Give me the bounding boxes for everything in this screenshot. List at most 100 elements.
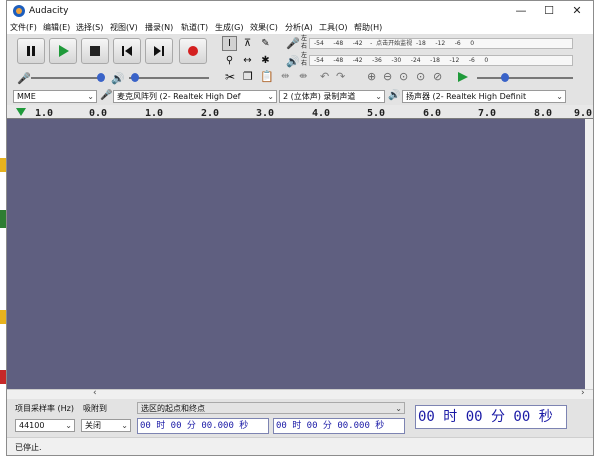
record-meter-tick: -42 (352, 40, 363, 47)
menu-generate[interactable]: 生成(G) (215, 22, 243, 33)
horizontal-scrollbar[interactable]: ‹ › (7, 388, 593, 399)
play-speed-slider[interactable] (477, 77, 573, 79)
vertical-scrollbar[interactable] (585, 119, 593, 389)
microphone-icon: 🎤 (286, 37, 300, 50)
play-meter-tick: -24 (410, 57, 421, 64)
play-meter-tick: -48 (333, 57, 344, 64)
timeline-ruler[interactable]: 1.0 0.0 1.0 2.0 3.0 4.0 5.0 6.0 7.0 8.0 … (7, 105, 593, 119)
skip-start-icon (122, 46, 132, 56)
snap-to-select[interactable]: 关闭 ⌄ (81, 419, 131, 432)
ruler-tick: 7.0 (478, 108, 497, 119)
audio-position-time[interactable]: 00 时 00 分 00 秒 (415, 405, 567, 429)
menu-bar: 文件(F) 编辑(E) 选择(S) 视图(V) 播录(N) 轨道(T) 生成(G… (7, 21, 593, 35)
pencil-icon: ✎ (261, 38, 270, 49)
chevron-down-icon: ⌄ (375, 92, 382, 101)
menu-transport[interactable]: 播录(N) (145, 22, 173, 33)
cut-icon[interactable]: ✂ (225, 70, 235, 84)
menu-effect[interactable]: 效果(C) (250, 22, 278, 33)
undo-icon[interactable]: ↶ (320, 70, 329, 83)
audacity-logo-icon (13, 5, 25, 17)
ruler-tick: 3.0 (256, 108, 275, 119)
copy-icon[interactable]: ❐ (243, 70, 253, 83)
playback-meter[interactable]: -54 -48 -42 -36 -30 -24 -18 -12 -6 0 (309, 55, 573, 66)
play-meter-tick: -54 (314, 57, 324, 64)
menu-tools[interactable]: 工具(O) (319, 22, 348, 33)
recording-channels-select[interactable]: 2 (立体声) 录制声道 ⌄ (279, 90, 385, 103)
recording-device-select[interactable]: 麦克风阵列 (2- Realtek High Def ⌄ (113, 90, 277, 103)
asterisk-icon: ✱ (261, 55, 270, 66)
record-meter-right-label: 右 (301, 43, 308, 50)
menu-select[interactable]: 选择(S) (76, 22, 103, 33)
skip-to-end-button[interactable] (145, 38, 173, 64)
title-bar[interactable]: Audacity — ☐ ✕ (7, 1, 593, 21)
menu-file[interactable]: 文件(F) (10, 22, 37, 33)
output-volume-slider[interactable] (129, 77, 209, 79)
selection-tool[interactable]: I (222, 36, 237, 51)
paste-icon[interactable]: 📋 (260, 70, 274, 83)
record-meter-tick: 0 (470, 40, 475, 47)
record-button[interactable] (179, 38, 207, 64)
record-meter-tick: - (370, 40, 373, 47)
record-meter[interactable]: -54 -48 -42 - 点击开始监视 -18 -12 -6 0 (309, 38, 573, 49)
fit-project-icon[interactable]: ⊙ (416, 70, 425, 83)
selection-end-time[interactable]: 00 时 00 分 00.000 秒 (273, 418, 405, 434)
chevron-down-icon: ⌄ (267, 92, 274, 101)
time-shift-tool[interactable]: ↔ (240, 53, 255, 68)
stop-button[interactable] (81, 38, 109, 64)
selection-start-time[interactable]: 00 时 00 分 00.000 秒 (137, 418, 269, 434)
menu-edit[interactable]: 编辑(E) (43, 22, 70, 33)
chevron-down-icon: ⌄ (65, 421, 72, 430)
minimize-button[interactable]: — (507, 1, 535, 21)
zoom-toggle-icon[interactable]: ⊘ (433, 70, 442, 83)
playback-device-select[interactable]: 扬声器 (2- Realtek High Definit ⌄ (402, 90, 566, 103)
play-speed-thumb[interactable] (501, 73, 509, 82)
pause-button[interactable] (17, 38, 45, 64)
zoom-out-icon[interactable]: ⊖ (383, 70, 392, 83)
skip-end-icon (154, 46, 164, 56)
output-volume-thumb[interactable] (131, 73, 139, 82)
play-icon (59, 45, 69, 57)
multi-tool[interactable]: ✱ (258, 53, 273, 68)
scroll-left-icon[interactable]: ‹ (93, 388, 97, 398)
input-volume-thumb[interactable] (97, 73, 105, 82)
project-rate-select[interactable]: 44100 ⌄ (15, 419, 75, 432)
cursor-i-icon: I (228, 38, 231, 49)
play-meter-left-label: 左 (301, 52, 308, 59)
zoom-in-icon[interactable]: ⊕ (367, 70, 376, 83)
selection-mode-select[interactable]: ⌄ (137, 402, 405, 414)
zoom-tool[interactable]: ⚲ (222, 53, 237, 68)
envelope-tool[interactable]: ⊼ (240, 36, 255, 51)
project-rate-value: 44100 (19, 421, 45, 430)
track-area[interactable] (7, 119, 585, 389)
recording-device-icon: 🎤 (100, 90, 113, 101)
close-button[interactable]: ✕ (563, 1, 591, 21)
selection-toolbar: 项目采样率 (Hz) 吸附到 选区的起点和终点 44100 ⌄ 关闭 ⌄ ⌄ 00 … (7, 399, 593, 437)
arrows-horizontal-icon: ↔ (243, 55, 252, 66)
timeline-options-icon[interactable] (15, 107, 27, 117)
silence-icon[interactable]: ⇼ (299, 71, 307, 82)
scroll-right-icon[interactable]: › (581, 388, 585, 398)
menu-analyze[interactable]: 分析(A) (285, 22, 313, 33)
audio-host-select[interactable]: MME ⌄ (13, 90, 97, 103)
ruler-tick: 6.0 (423, 108, 442, 119)
play-meter-right-label: 右 (301, 60, 308, 67)
record-icon (188, 46, 198, 56)
draw-tool[interactable]: ✎ (258, 36, 273, 51)
skip-to-start-button[interactable] (113, 38, 141, 64)
play-button[interactable] (49, 38, 77, 64)
menu-help[interactable]: 帮助(H) (354, 22, 382, 33)
trim-icon[interactable]: ⇹ (281, 71, 289, 82)
maximize-button[interactable]: ☐ (535, 1, 563, 21)
menu-view[interactable]: 视图(V) (110, 22, 138, 33)
audacity-window: Audacity — ☐ ✕ 文件(F) 编辑(E) 选择(S) 视图(V) 播… (6, 0, 594, 456)
magnifier-icon: ⚲ (225, 55, 234, 66)
redo-icon[interactable]: ↷ (336, 70, 345, 83)
menu-tracks[interactable]: 轨道(T) (181, 22, 208, 33)
chevron-down-icon: ⌄ (556, 92, 563, 101)
play-meter-tick: -18 (430, 57, 440, 64)
snap-to-label: 吸附到 (83, 404, 107, 413)
input-volume-slider[interactable] (31, 77, 103, 79)
snap-to-value: 关闭 (85, 421, 101, 430)
fit-selection-icon[interactable]: ⊙ (399, 70, 408, 83)
play-at-speed-icon[interactable] (457, 71, 469, 83)
